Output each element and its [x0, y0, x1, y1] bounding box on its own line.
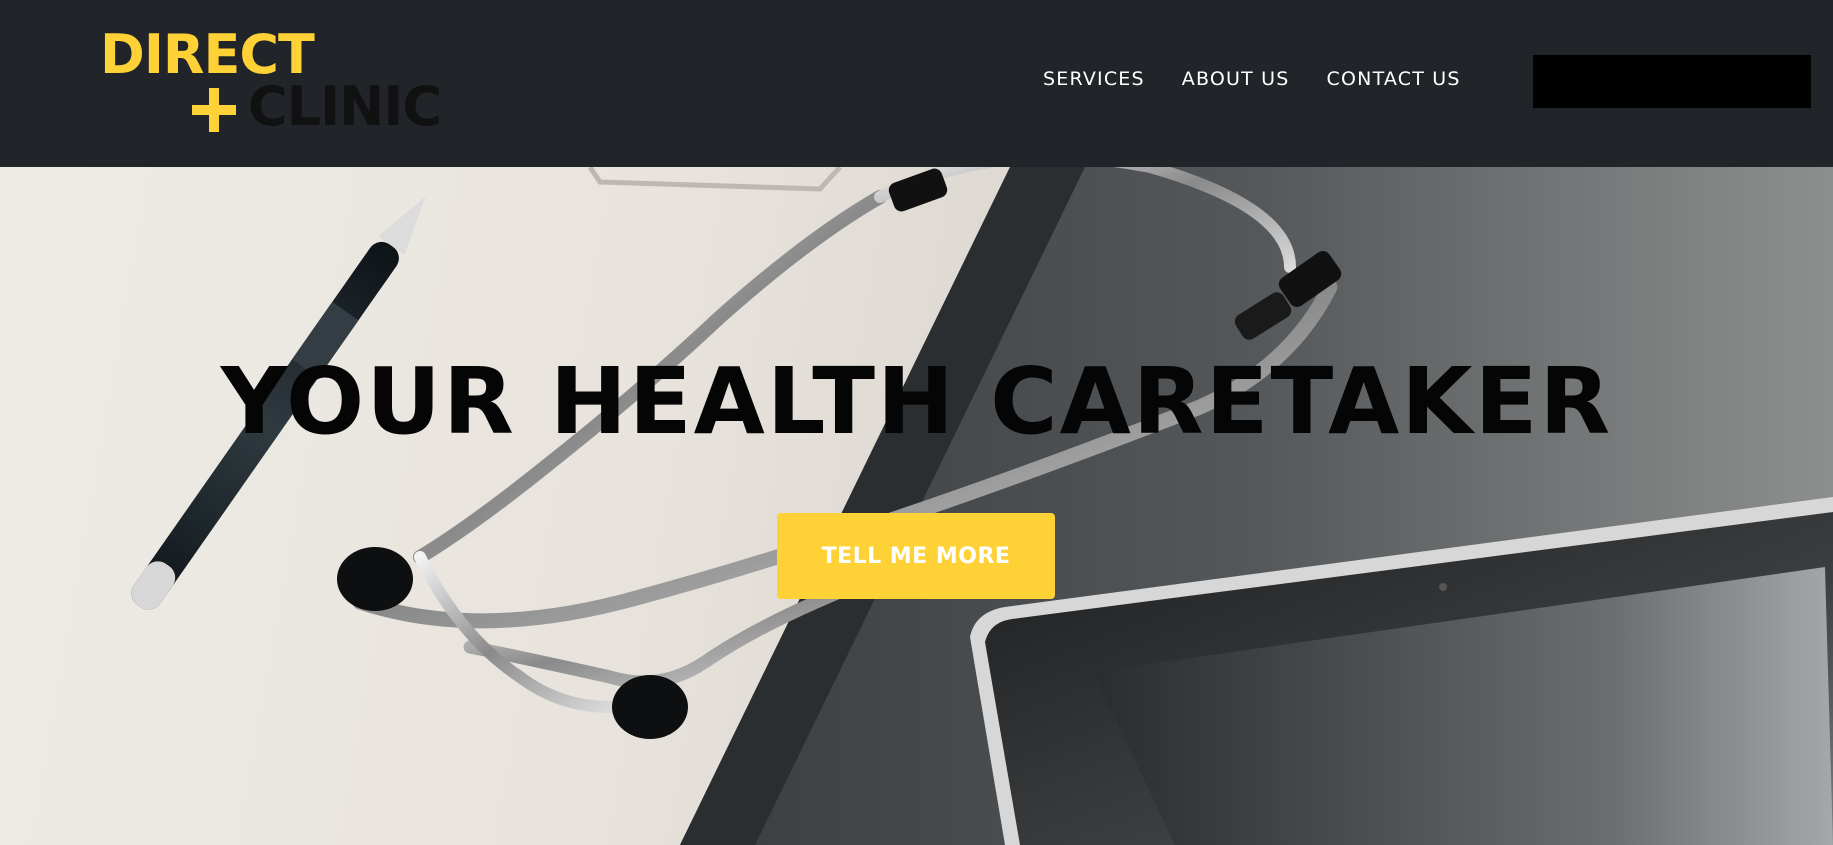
nav-item-services: SERVICES [1043, 68, 1145, 90]
nav-menu: SERVICES ABOUT US CONTACT US [1043, 68, 1461, 90]
hero-title: YOUR HEALTH CARETAKER [220, 348, 1613, 455]
nav-link-contact[interactable]: CONTACT US [1327, 68, 1461, 90]
brand-name-clinic: CLINIC [248, 75, 442, 138]
navbar: DIRECT CLINIC SERVICES ABOUT US CONTACT … [0, 0, 1833, 167]
tell-me-more-button[interactable]: TELL ME MORE [777, 513, 1055, 599]
nav-item-contact: CONTACT US [1327, 68, 1461, 90]
brand-logo[interactable]: DIRECT CLINIC [100, 26, 442, 138]
nav-link-services[interactable]: SERVICES [1043, 68, 1145, 90]
hero-section: YOUR HEALTH CARETAKER TELL ME MORE [0, 167, 1833, 845]
nav-item-about: ABOUT US [1182, 68, 1290, 90]
nav-link-about[interactable]: ABOUT US [1182, 68, 1290, 90]
hero-background-image [131, 167, 1833, 845]
plus-icon [192, 88, 236, 132]
nav-redacted-button[interactable] [1533, 55, 1811, 108]
